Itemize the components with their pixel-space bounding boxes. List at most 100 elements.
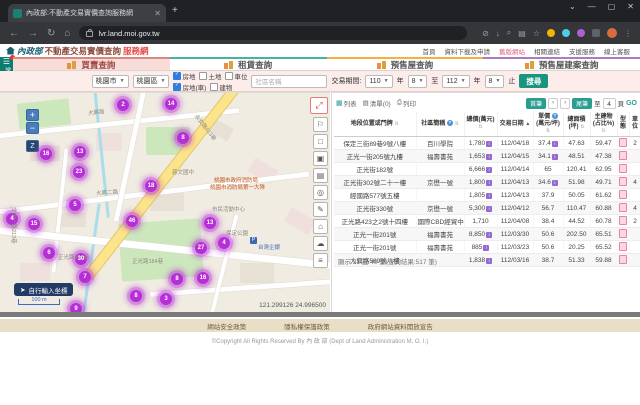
browser-tab[interactable]: 內政部:不動產交易實價查詢服務網 ✕: [8, 4, 166, 22]
extension-icon-5[interactable]: [592, 29, 600, 37]
locate-tool-button[interactable]: ◎: [313, 185, 328, 200]
draw-tool-button[interactable]: ✎: [313, 202, 328, 217]
map-marker[interactable]: 46: [121, 210, 143, 232]
sort-icon[interactable]: ⇅: [601, 128, 605, 134]
list-view-button[interactable]: ▦列表: [336, 98, 357, 108]
address-cell[interactable]: 正光街182號: [334, 163, 416, 176]
address-cell[interactable]: 正光街330號: [334, 202, 416, 215]
nav-item-4[interactable]: 相關連結: [534, 46, 560, 56]
info-icon[interactable]: i: [486, 167, 492, 173]
map-marker[interactable]: 5: [64, 194, 86, 216]
column-header[interactable]: 總價(萬元) ⇅: [464, 112, 497, 137]
map-marker[interactable]: 16: [35, 143, 57, 165]
column-header[interactable]: 型態: [617, 112, 629, 137]
rect-zoom-tool-button[interactable]: □: [313, 134, 328, 149]
table-row[interactable]: 保定三街89巷9號八樓百川學院1,780i112/04/1837.4i47.63…: [334, 137, 640, 150]
month-from-select[interactable]: 8▼: [408, 75, 428, 88]
map-marker[interactable]: 8: [125, 285, 147, 307]
prev-page-button[interactable]: ‹: [548, 98, 558, 109]
month-to-select[interactable]: 8▼: [485, 75, 505, 88]
print-button[interactable]: ⎙列印: [397, 98, 416, 108]
building-type-icon[interactable]: [619, 138, 627, 147]
extension-icon-1[interactable]: ⊘: [482, 29, 489, 38]
district-select[interactable]: 桃園區▼: [133, 75, 170, 88]
profile-avatar[interactable]: [607, 28, 617, 38]
footer-link-2[interactable]: 隱私權保護政策: [284, 321, 330, 331]
map-marker[interactable]: 7: [74, 266, 96, 288]
address-cell[interactable]: 正光一街205號九樓: [334, 150, 416, 163]
map-zoom-in-button[interactable]: +: [26, 109, 39, 121]
map-zoom-out-button[interactable]: −: [26, 122, 39, 134]
column-header[interactable]: 總面積(坪) ⇅: [563, 112, 590, 137]
map-marker[interactable]: 2: [112, 94, 134, 116]
sort-icon[interactable]: ▲: [525, 121, 530, 127]
maximize-icon[interactable]: ▢: [608, 2, 616, 11]
bookmark-star-icon[interactable]: ☆: [533, 29, 540, 38]
minimize-icon[interactable]: —: [588, 2, 596, 11]
map-marker[interactable]: 15: [23, 213, 45, 235]
type-checkbox-土地[interactable]: 土地: [199, 71, 221, 81]
table-row[interactable]: 正光一街201號福壽書苑8,850i112/03/3050.6202.5065.…: [334, 228, 640, 241]
last-page-button[interactable]: 尾筆: [572, 98, 592, 109]
address-cell[interactable]: 正光一街201號: [334, 241, 416, 254]
page-number-input[interactable]: 4: [603, 98, 616, 109]
map-marker[interactable]: 13: [69, 141, 91, 163]
info-icon[interactable]: i: [552, 180, 558, 186]
next-page-button[interactable]: ›: [560, 98, 570, 109]
extension-icon-3[interactable]: [562, 29, 570, 37]
go-button[interactable]: GO: [626, 100, 637, 107]
sort-icon[interactable]: ⇅: [580, 124, 584, 130]
tab-3[interactable]: 預售屋查詢: [327, 57, 484, 70]
table-row[interactable]: 正光街302號二十一樓京懋一號1,800i112/04/1334.6i51.98…: [334, 176, 640, 189]
layers-tool-button[interactable]: ▤: [313, 168, 328, 183]
address-cell[interactable]: 保定三街89巷9號八樓: [334, 137, 416, 150]
poi-tool-button[interactable]: ⚐: [313, 117, 328, 132]
new-tab-button[interactable]: +: [172, 6, 178, 16]
info-icon[interactable]: i: [486, 232, 492, 238]
enter-coordinates-button[interactable]: ➤ 自行輸入坐標: [14, 283, 73, 296]
sort-icon[interactable]: ⇅: [455, 121, 459, 127]
map-marker[interactable]: 8: [172, 127, 194, 149]
help-icon[interactable]: ?: [552, 113, 558, 119]
info-icon[interactable]: i: [486, 258, 492, 264]
info-icon[interactable]: i: [486, 193, 492, 199]
info-icon[interactable]: i: [486, 180, 492, 186]
sidepanel-icon[interactable]: ▤: [518, 29, 526, 38]
column-header[interactable]: 交易日期 ▲: [497, 112, 533, 137]
info-icon[interactable]: i: [486, 141, 492, 147]
map-marker[interactable]: 14: [160, 93, 182, 115]
info-icon[interactable]: i: [483, 245, 489, 251]
type-checkbox-房地(車)[interactable]: 房地(車): [173, 82, 206, 92]
table-row[interactable]: 正光街330號京懋一號5,300i112/04/1256.7110.4760.8…: [334, 202, 640, 215]
help-icon[interactable]: ?: [447, 120, 453, 126]
info-icon[interactable]: i: [486, 154, 492, 160]
home-icon[interactable]: ⌂: [64, 28, 70, 39]
map-marker[interactable]: 16: [192, 267, 214, 289]
nav-item-6[interactable]: 線上客服: [604, 46, 630, 56]
map-marker[interactable]: 9: [65, 298, 87, 313]
map-marker[interactable]: 18: [140, 175, 162, 197]
map-marker[interactable]: 13: [199, 212, 221, 234]
close-icon[interactable]: ✕: [627, 2, 634, 11]
building-type-icon[interactable]: [619, 164, 627, 173]
lock-icon[interactable]: [86, 31, 93, 37]
building-type-icon[interactable]: [619, 151, 627, 160]
reload-icon[interactable]: ↻: [47, 28, 55, 39]
column-header[interactable]: 主建物(占比%) ⇅: [590, 112, 617, 137]
nav-item-3[interactable]: 舊版網站: [499, 46, 525, 56]
column-header[interactable]: 地段位置或門牌 ⇅: [334, 112, 416, 137]
browser-menu-icon[interactable]: ⋮: [624, 29, 632, 38]
footer-link-3[interactable]: 政府網站資料開放宣告: [368, 321, 433, 331]
search-button[interactable]: 搜尋: [519, 74, 548, 88]
building-type-icon[interactable]: [619, 177, 627, 186]
address-cell[interactable]: 正光街302號二十一樓: [334, 176, 416, 189]
building-type-icon[interactable]: [619, 216, 627, 225]
info-icon[interactable]: i: [486, 206, 492, 212]
tab-2[interactable]: 租賃查詢: [170, 57, 327, 70]
type-checkbox-建物[interactable]: 建物: [210, 82, 232, 92]
extension-icon-4[interactable]: [577, 29, 585, 37]
first-page-button[interactable]: 首筆: [526, 98, 546, 109]
info-icon[interactable]: i: [552, 154, 558, 160]
type-checkbox-房地[interactable]: 房地: [173, 71, 195, 81]
address-cell[interactable]: 正光一街201號: [334, 228, 416, 241]
